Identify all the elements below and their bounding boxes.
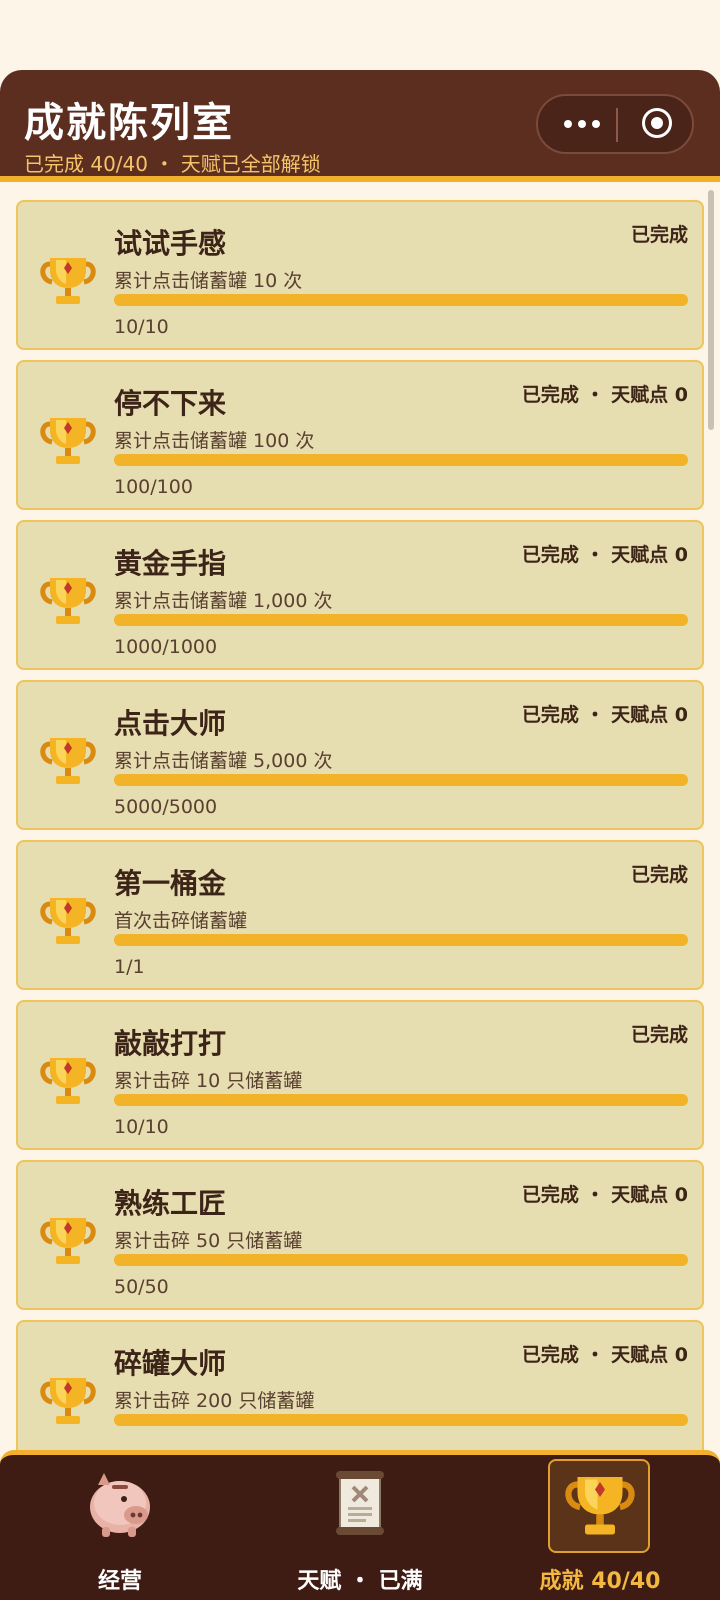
achievement-status: 已完成 ・ 天赋点 0 xyxy=(521,1184,688,1206)
achievement-description: 累计点击储蓄罐 1,000 次 xyxy=(114,590,333,612)
achievement-card[interactable]: 碎罐大师 已完成 ・ 天赋点 0 累计击碎 200 只储蓄罐 xyxy=(16,1320,704,1450)
page-header: 成就陈列室 已完成 40/40 ・ 天赋已全部解锁 xyxy=(0,70,720,182)
mini-program-capsule xyxy=(536,94,694,154)
achievement-progress: 10/10 xyxy=(114,1116,169,1138)
achievement-status: 已完成 xyxy=(630,864,688,886)
achievement-card[interactable]: 停不下来 已完成 ・ 天赋点 0 累计点击储蓄罐 100 次 100/100 xyxy=(16,360,704,510)
progress-bar xyxy=(114,934,688,946)
achievement-status: 已完成 ・ 天赋点 0 xyxy=(521,1344,688,1366)
achievement-description: 累计点击储蓄罐 100 次 xyxy=(114,430,315,452)
tab-manage[interactable]: 经营 xyxy=(0,1455,240,1600)
scrollbar[interactable] xyxy=(708,190,714,430)
achievement-status: 已完成 ・ 天赋点 0 xyxy=(521,704,688,726)
achievement-card[interactable]: 黄金手指 已完成 ・ 天赋点 0 累计点击储蓄罐 1,000 次 1000/10… xyxy=(16,520,704,670)
tab-talent-label: 天赋 ・ 已满 xyxy=(297,1569,423,1594)
trophy-icon xyxy=(36,890,100,954)
progress-bar xyxy=(114,1414,688,1426)
progress-bar-fill xyxy=(114,1254,688,1266)
achievement-description: 累计击碎 10 只储蓄罐 xyxy=(114,1070,303,1092)
trophy-icon xyxy=(36,730,100,794)
achievement-card[interactable]: 熟练工匠 已完成 ・ 天赋点 0 累计击碎 50 只储蓄罐 50/50 xyxy=(16,1160,704,1310)
tab-manage-label: 经营 xyxy=(97,1569,142,1594)
achievement-card[interactable]: 点击大师 已完成 ・ 天赋点 0 累计点击储蓄罐 5,000 次 5000/50… xyxy=(16,680,704,830)
achievement-title: 碎罐大师 xyxy=(114,1347,227,1380)
progress-bar-fill xyxy=(114,774,688,786)
progress-bar-fill xyxy=(114,934,688,946)
achievement-card[interactable]: 敲敲打打 已完成 累计击碎 10 只储蓄罐 10/10 xyxy=(16,1000,704,1150)
tab-talent[interactable]: 天赋 ・ 已满 xyxy=(240,1455,480,1600)
achievement-description: 累计击碎 200 只储蓄罐 xyxy=(114,1390,315,1412)
bottom-tab-bar: 经营 天赋 ・ 已满 成就 40/40 xyxy=(0,1450,720,1600)
page-subtitle: 已完成 40/40 ・ 天赋已全部解锁 xyxy=(24,152,321,176)
progress-bar-fill xyxy=(114,294,688,306)
progress-bar xyxy=(114,1094,688,1106)
trophy-icon xyxy=(36,1370,100,1434)
achievement-progress: 10/10 xyxy=(114,316,169,338)
page-title: 成就陈列室 xyxy=(24,100,234,146)
progress-bar-fill xyxy=(114,614,688,626)
achievement-progress: 1/1 xyxy=(114,956,145,978)
close-miniprogram-button[interactable] xyxy=(634,96,694,152)
progress-bar-fill xyxy=(114,454,688,466)
progress-bar xyxy=(114,454,688,466)
achievement-progress: 1000/1000 xyxy=(114,636,218,658)
achievement-title: 第一桶金 xyxy=(114,867,227,900)
achievement-title: 试试手感 xyxy=(114,227,227,260)
achievement-status: 已完成 xyxy=(630,224,688,246)
achievement-status: 已完成 ・ 天赋点 0 xyxy=(521,544,688,566)
achievement-progress: 50/50 xyxy=(114,1276,169,1298)
tab-achievements[interactable]: 成就 40/40 xyxy=(480,1455,720,1600)
trophy-icon xyxy=(36,250,100,314)
trophy-icon xyxy=(560,1467,640,1547)
achievement-card[interactable]: 第一桶金 已完成 首次击碎储蓄罐 1/1 xyxy=(16,840,704,990)
achievement-title: 熟练工匠 xyxy=(114,1187,227,1220)
achievement-card[interactable]: 试试手感 已完成 累计点击储蓄罐 10 次 10/10 xyxy=(16,200,704,350)
achievement-description: 累计点击储蓄罐 5,000 次 xyxy=(114,750,333,772)
progress-bar xyxy=(114,1254,688,1266)
trophy-icon xyxy=(36,1210,100,1274)
achievement-title: 黄金手指 xyxy=(114,547,227,580)
more-dots-icon xyxy=(564,120,572,128)
achievement-status: 已完成 ・ 天赋点 0 xyxy=(521,384,688,406)
achievement-status: 已完成 xyxy=(630,1024,688,1046)
scroll-icon xyxy=(320,1463,400,1543)
achievement-progress: 5000/5000 xyxy=(114,796,218,818)
achievement-title: 点击大师 xyxy=(114,707,227,740)
progress-bar-fill xyxy=(114,1094,688,1106)
progress-bar xyxy=(114,774,688,786)
progress-bar-fill xyxy=(114,1414,688,1426)
achievement-list: 试试手感 已完成 累计点击储蓄罐 10 次 10/10 停不下来 已完成 ・ 天… xyxy=(16,200,704,1450)
trophy-icon xyxy=(36,570,100,634)
achievement-title: 停不下来 xyxy=(114,387,227,420)
achievement-progress: 100/100 xyxy=(114,476,193,498)
trophy-icon xyxy=(36,410,100,474)
achievement-description: 累计击碎 50 只储蓄罐 xyxy=(114,1230,303,1252)
piggy-bank-icon xyxy=(80,1463,160,1543)
progress-bar xyxy=(114,294,688,306)
progress-bar xyxy=(114,614,688,626)
target-icon xyxy=(642,108,672,138)
achievement-description: 累计点击储蓄罐 10 次 xyxy=(114,270,303,292)
achievement-title: 敲敲打打 xyxy=(114,1027,227,1060)
more-button[interactable] xyxy=(556,96,616,152)
tab-achievements-label: 成就 40/40 xyxy=(539,1569,661,1594)
achievement-description: 首次击碎储蓄罐 xyxy=(114,910,248,932)
capsule-divider xyxy=(616,108,618,142)
trophy-icon xyxy=(36,1050,100,1114)
